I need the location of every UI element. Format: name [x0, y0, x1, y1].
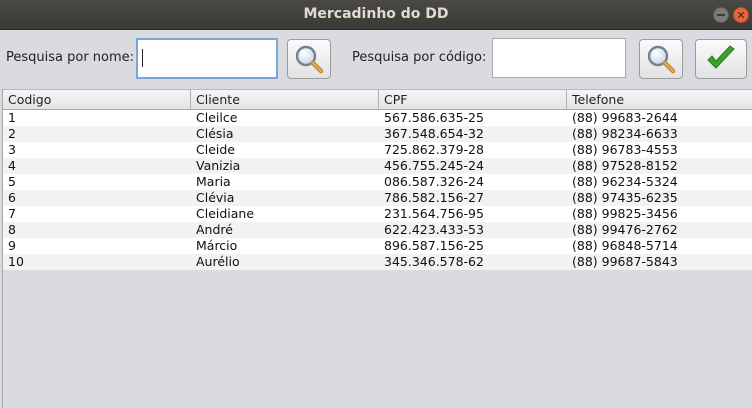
column-header-codigo[interactable]: Codigo — [3, 90, 191, 110]
cell-cliente: Márcio — [196, 238, 238, 253]
magnifier-icon — [295, 45, 324, 74]
cell-cpf: 231.564.756-95 — [384, 206, 484, 221]
confirm-button[interactable] — [695, 39, 747, 79]
table-row[interactable]: 6 Clévia 786.582.156-27 (88) 97435-6235 — [3, 190, 752, 206]
close-button[interactable]: ✕ — [733, 7, 749, 23]
table-row[interactable]: 9 Márcio 896.587.156-25 (88) 96848-5714 — [3, 238, 752, 254]
cell-telefone: (88) 97528-8152 — [572, 158, 678, 173]
app-window: Mercadinho do DD ✕ Pesquisa por nome: Pe… — [0, 0, 752, 408]
cell-cpf: 367.548.654-32 — [384, 126, 484, 141]
text-caret — [142, 49, 143, 67]
cell-cliente: André — [196, 222, 233, 237]
code-search-input[interactable] — [492, 38, 626, 78]
cell-cpf: 345.346.578-62 — [384, 254, 484, 269]
title-bar[interactable]: Mercadinho do DD ✕ — [0, 0, 752, 30]
cell-cliente: Cleide — [196, 142, 235, 157]
cell-cliente: Cleilce — [196, 110, 238, 125]
search-toolbar: Pesquisa por nome: Pesquisa por código: — [0, 30, 752, 86]
cell-cliente: Vanizia — [196, 158, 241, 173]
cell-telefone: (88) 96783-4553 — [572, 142, 678, 157]
cell-codigo: 6 — [8, 190, 16, 205]
column-header-telefone[interactable]: Telefone — [567, 90, 752, 110]
table-row[interactable]: 8 André 622.423.433-53 (88) 99476-2762 — [3, 222, 752, 238]
cell-telefone: (88) 97435-6235 — [572, 190, 678, 205]
table-row[interactable]: 1 Cleilce 567.586.635-25 (88) 99683-2644 — [3, 110, 752, 126]
table-row[interactable]: 2 Clésia 367.548.654-32 (88) 98234-6633 — [3, 126, 752, 142]
checkmark-icon — [707, 45, 735, 69]
cell-codigo: 1 — [8, 110, 16, 125]
cell-cliente: Aurélio — [196, 254, 240, 269]
cell-telefone: (88) 99687-5843 — [572, 254, 678, 269]
cell-cpf: 567.586.635-25 — [384, 110, 484, 125]
cell-codigo: 2 — [8, 126, 16, 141]
cell-codigo: 5 — [8, 174, 16, 189]
cell-telefone: (88) 99825-3456 — [572, 206, 678, 221]
table-header: Codigo Cliente CPF Telefone — [3, 89, 752, 110]
cell-cpf: 086.587.326-24 — [384, 174, 484, 189]
minimize-icon — [717, 14, 725, 16]
name-search-label: Pesquisa por nome: — [6, 50, 135, 65]
minimize-button[interactable] — [713, 7, 729, 23]
cell-codigo: 8 — [8, 222, 16, 237]
column-header-cliente[interactable]: Cliente — [191, 90, 379, 110]
cell-telefone: (88) 98234-6633 — [572, 126, 678, 141]
magnifier-icon — [647, 45, 676, 74]
table-row[interactable]: 3 Cleide 725.862.379-28 (88) 96783-4553 — [3, 142, 752, 158]
table-row[interactable]: 10 Aurélio 345.346.578-62 (88) 99687-5843 — [3, 254, 752, 270]
cell-telefone: (88) 96234-5324 — [572, 174, 678, 189]
table-row[interactable]: 7 Cleidiane 231.564.756-95 (88) 99825-3456 — [3, 206, 752, 222]
cell-telefone: (88) 99476-2762 — [572, 222, 678, 237]
window-title: Mercadinho do DD — [303, 6, 449, 22]
cell-codigo: 9 — [8, 238, 16, 253]
cell-codigo: 10 — [8, 254, 24, 269]
table-row[interactable]: 4 Vanizia 456.755.245-24 (88) 97528-8152 — [3, 158, 752, 174]
clients-table: Codigo Cliente CPF Telefone 1 Cleilce 567.586… — [2, 89, 752, 408]
cell-cpf: 786.582.156-27 — [384, 190, 484, 205]
cell-cpf: 725.862.379-28 — [384, 142, 484, 157]
search-by-code-button[interactable] — [639, 39, 683, 79]
cell-cliente: Clésia — [196, 126, 234, 141]
cell-cpf: 456.755.245-24 — [384, 158, 484, 173]
cell-telefone: (88) 96848-5714 — [572, 238, 678, 253]
cell-codigo: 7 — [8, 206, 16, 221]
cell-codigo: 4 — [8, 158, 16, 173]
close-icon: ✕ — [736, 8, 746, 22]
name-search-input[interactable] — [136, 38, 278, 79]
cell-cliente: Clévia — [196, 190, 235, 205]
cell-telefone: (88) 99683-2644 — [572, 110, 678, 125]
cell-codigo: 3 — [8, 142, 16, 157]
code-search-label: Pesquisa por código: — [352, 50, 487, 65]
cell-cliente: Cleidiane — [196, 206, 255, 221]
cell-cliente: Maria — [196, 174, 231, 189]
column-header-cpf[interactable]: CPF — [379, 90, 567, 110]
cell-cpf: 622.423.433-53 — [384, 222, 484, 237]
search-by-name-button[interactable] — [287, 39, 331, 79]
cell-cpf: 896.587.156-25 — [384, 238, 484, 253]
table-row[interactable]: 5 Maria 086.587.326-24 (88) 96234-5324 — [3, 174, 752, 190]
